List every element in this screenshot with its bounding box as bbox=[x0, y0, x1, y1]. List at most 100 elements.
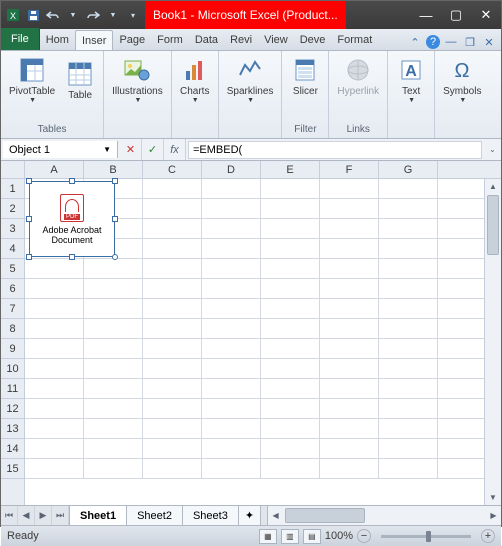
tab-insert[interactable]: Inser bbox=[75, 30, 113, 50]
row-header[interactable]: 4 bbox=[1, 239, 24, 259]
row-header[interactable]: 7 bbox=[1, 299, 24, 319]
tab-view[interactable]: View bbox=[258, 30, 294, 50]
row-header[interactable]: 8 bbox=[1, 319, 24, 339]
ribbon-tabs: File Hom Inser Page Form Data Revi View … bbox=[1, 29, 501, 51]
pagelayout-view-icon[interactable]: ▥ bbox=[281, 529, 299, 544]
sheet-tab[interactable]: Sheet3 bbox=[183, 506, 239, 525]
formula-input[interactable]: =EMBED( bbox=[188, 141, 482, 159]
hyperlink-icon bbox=[343, 55, 373, 85]
scroll-down-icon[interactable]: ▼ bbox=[485, 490, 501, 505]
hscroll-thumb[interactable] bbox=[285, 508, 365, 523]
maximize-button[interactable]: ▢ bbox=[441, 1, 471, 29]
illustrations-button[interactable]: Illustrations▼ bbox=[108, 53, 167, 106]
table-label: Table bbox=[68, 90, 92, 101]
col-header[interactable]: A bbox=[25, 161, 84, 178]
zoom-level: 100% bbox=[325, 530, 353, 542]
text-button[interactable]: A Text▼ bbox=[392, 53, 430, 106]
normal-view-icon[interactable]: ▦ bbox=[259, 529, 277, 544]
symbols-button[interactable]: Ω Symbols▼ bbox=[439, 53, 485, 106]
slicer-icon bbox=[290, 55, 320, 85]
tab-data[interactable]: Data bbox=[189, 30, 224, 50]
redo-icon[interactable] bbox=[85, 7, 101, 23]
file-tab[interactable]: File bbox=[1, 28, 40, 50]
row-header[interactable]: 14 bbox=[1, 439, 24, 459]
qat-dropdown-icon[interactable]: ▼ bbox=[65, 7, 81, 23]
pagebreak-view-icon[interactable]: ▤ bbox=[303, 529, 321, 544]
tab-page[interactable]: Page bbox=[113, 30, 151, 50]
row-header[interactable]: 10 bbox=[1, 359, 24, 379]
undo-icon[interactable] bbox=[45, 7, 61, 23]
row-header[interactable]: 13 bbox=[1, 419, 24, 439]
row-header[interactable]: 6 bbox=[1, 279, 24, 299]
embedded-object[interactable]: PDF Adobe Acrobat Document bbox=[29, 181, 115, 257]
charts-label: Charts bbox=[180, 86, 209, 97]
group-tables-label: Tables bbox=[38, 123, 67, 136]
name-box-dropdown-icon[interactable]: ▼ bbox=[103, 145, 111, 154]
tab-format[interactable]: Format bbox=[331, 30, 378, 50]
titlebar: X ▼ ▼ ▾ Book1 - Microsoft Excel (Product… bbox=[1, 1, 501, 29]
sheet-next-icon[interactable]: ▶ bbox=[35, 506, 52, 525]
vscroll-thumb[interactable] bbox=[487, 195, 499, 255]
row-header[interactable]: 11 bbox=[1, 379, 24, 399]
zoom-slider[interactable] bbox=[381, 535, 471, 538]
minimize-ribbon-icon[interactable]: ⌃ bbox=[407, 34, 423, 50]
zoom-in-button[interactable]: + bbox=[481, 529, 495, 543]
row-header[interactable]: 9 bbox=[1, 339, 24, 359]
col-header[interactable]: B bbox=[84, 161, 143, 178]
charts-button[interactable]: Charts▼ bbox=[176, 53, 214, 106]
new-sheet-button[interactable]: ✦ bbox=[239, 506, 261, 525]
col-header[interactable]: C bbox=[143, 161, 202, 178]
group-illustrations: Illustrations▼ bbox=[104, 51, 172, 138]
group-links-label: Links bbox=[347, 123, 370, 136]
scroll-up-icon[interactable]: ▲ bbox=[485, 179, 501, 194]
sheet-tab[interactable]: Sheet1 bbox=[70, 506, 127, 525]
close-button[interactable]: ✕ bbox=[471, 1, 501, 29]
pdf-badge: PDF bbox=[64, 214, 80, 220]
row-header[interactable]: 15 bbox=[1, 459, 24, 479]
col-header[interactable]: F bbox=[320, 161, 379, 178]
tab-home[interactable]: Hom bbox=[40, 30, 75, 50]
expand-formula-icon[interactable]: ⌄ bbox=[484, 145, 501, 154]
row-header[interactable]: 5 bbox=[1, 259, 24, 279]
row-header[interactable]: 1 bbox=[1, 179, 24, 199]
col-header[interactable]: D bbox=[202, 161, 261, 178]
pivottable-button[interactable]: PivotTable▼ bbox=[5, 53, 59, 106]
sheet-first-icon[interactable]: ⏮ bbox=[1, 506, 18, 525]
zoom-out-button[interactable]: − bbox=[357, 529, 371, 543]
sparklines-button[interactable]: Sparklines▼ bbox=[223, 53, 278, 106]
horizontal-scrollbar[interactable]: ◀ ▶ bbox=[267, 506, 501, 525]
vertical-scrollbar[interactable]: ▲ ▼ bbox=[484, 179, 501, 505]
cells-area[interactable]: PDF Adobe Acrobat Document bbox=[25, 179, 484, 505]
tab-review[interactable]: Revi bbox=[224, 30, 258, 50]
select-all-corner[interactable] bbox=[1, 161, 25, 179]
minimize-button[interactable]: ― bbox=[411, 1, 441, 29]
slicer-button[interactable]: Slicer bbox=[286, 53, 324, 99]
sparklines-icon bbox=[235, 55, 265, 85]
accept-formula-icon[interactable]: ✓ bbox=[142, 139, 164, 160]
name-box[interactable]: Object 1 ▼ bbox=[3, 141, 118, 158]
group-filter: Slicer Filter bbox=[282, 51, 329, 138]
help-icon[interactable]: ? bbox=[426, 35, 440, 49]
scroll-left-icon[interactable]: ◀ bbox=[268, 511, 283, 520]
sheet-tab[interactable]: Sheet2 bbox=[127, 506, 183, 525]
doc-minimize-icon[interactable]: ― bbox=[443, 34, 459, 50]
doc-close-icon[interactable]: ✕ bbox=[481, 34, 497, 50]
row-header[interactable]: 2 bbox=[1, 199, 24, 219]
qat-dropdown2-icon[interactable]: ▼ bbox=[105, 7, 121, 23]
table-button[interactable]: Table bbox=[61, 53, 99, 106]
row-header[interactable]: 3 bbox=[1, 219, 24, 239]
row-header[interactable]: 12 bbox=[1, 399, 24, 419]
fx-icon[interactable]: fx bbox=[164, 139, 186, 160]
cancel-formula-icon[interactable]: ✕ bbox=[120, 139, 142, 160]
doc-restore-icon[interactable]: ❐ bbox=[462, 34, 478, 50]
sheet-last-icon[interactable]: ⏭ bbox=[52, 506, 69, 525]
scroll-right-icon[interactable]: ▶ bbox=[486, 511, 501, 520]
col-header[interactable]: G bbox=[379, 161, 438, 178]
sheet-prev-icon[interactable]: ◀ bbox=[18, 506, 35, 525]
tab-formulas[interactable]: Form bbox=[151, 30, 189, 50]
qat-customize-icon[interactable]: ▾ bbox=[125, 7, 141, 23]
tab-developer[interactable]: Deve bbox=[294, 30, 332, 50]
save-icon[interactable] bbox=[25, 7, 41, 23]
col-header[interactable]: E bbox=[261, 161, 320, 178]
symbols-label: Symbols bbox=[443, 86, 481, 97]
